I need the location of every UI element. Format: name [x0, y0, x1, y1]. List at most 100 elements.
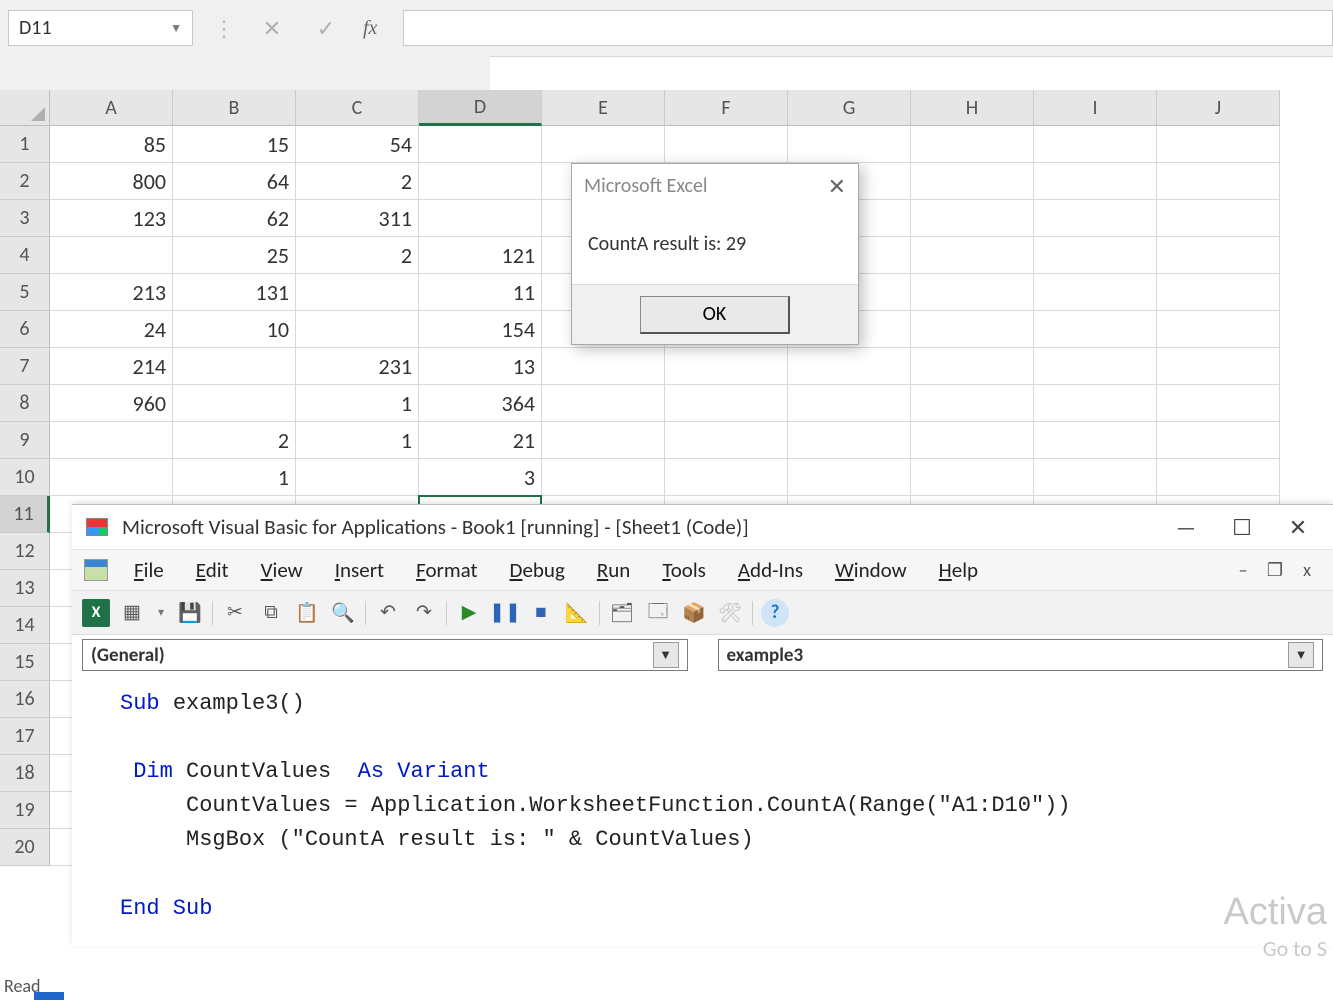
row-header[interactable]: 10	[0, 459, 50, 496]
cell[interactable]: 11	[419, 274, 542, 311]
cell[interactable]: 64	[173, 163, 296, 200]
cell[interactable]: 154	[419, 311, 542, 348]
row-header[interactable]: 6	[0, 311, 50, 348]
dropdown-icon[interactable]: ▼	[1288, 642, 1314, 668]
cell[interactable]	[1157, 311, 1280, 348]
row-header[interactable]: 3	[0, 200, 50, 237]
cell[interactable]	[1157, 348, 1280, 385]
fx-icon[interactable]: fx	[363, 17, 377, 40]
cell[interactable]	[1034, 459, 1157, 496]
cell[interactable]	[911, 126, 1034, 163]
undo-icon[interactable]: ↶	[374, 599, 402, 627]
cell[interactable]: 54	[296, 126, 419, 163]
cell[interactable]: 1	[173, 459, 296, 496]
cell[interactable]: 121	[419, 237, 542, 274]
maximize-icon[interactable]: ☐	[1221, 514, 1263, 541]
cell[interactable]	[1034, 385, 1157, 422]
dropdown-icon[interactable]: ▼	[653, 642, 679, 668]
close-icon[interactable]: ✕	[1277, 514, 1319, 541]
row-header[interactable]: 8	[0, 385, 50, 422]
break-icon[interactable]: ❚❚	[491, 599, 519, 627]
cell[interactable]	[1157, 385, 1280, 422]
cell[interactable]: 3	[419, 459, 542, 496]
cut-icon[interactable]: ✂	[221, 599, 249, 627]
formula-bar-input[interactable]	[403, 10, 1333, 46]
menu-file[interactable]: File	[120, 553, 178, 587]
column-header[interactable]: I	[1034, 90, 1157, 126]
procedure-combo[interactable]: example3 ▼	[718, 639, 1324, 671]
dropdown-icon[interactable]: ▾	[154, 599, 168, 627]
menu-edit[interactable]: Edit	[182, 553, 243, 587]
cell[interactable]: 1	[296, 385, 419, 422]
cell[interactable]	[542, 422, 665, 459]
cell[interactable]	[296, 311, 419, 348]
menu-tools[interactable]: Tools	[648, 553, 720, 587]
cell[interactable]	[173, 348, 296, 385]
cell[interactable]	[419, 126, 542, 163]
help-icon[interactable]: ?	[761, 599, 789, 627]
ok-button[interactable]: OK	[640, 296, 790, 334]
row-header[interactable]: 17	[0, 718, 50, 755]
select-all-corner[interactable]	[0, 90, 50, 126]
row-header[interactable]: 1	[0, 126, 50, 163]
properties-icon[interactable]: 🗔	[644, 599, 672, 627]
cell[interactable]	[296, 459, 419, 496]
row-header[interactable]: 19	[0, 792, 50, 829]
row-header[interactable]: 9	[0, 422, 50, 459]
menu-view[interactable]: View	[247, 553, 317, 587]
cell[interactable]	[788, 126, 911, 163]
cancel-formula-icon[interactable]: ✕	[255, 15, 289, 42]
cell[interactable]	[1157, 274, 1280, 311]
row-header[interactable]: 12	[0, 533, 50, 570]
cell[interactable]: 62	[173, 200, 296, 237]
project-explorer-icon[interactable]: 🗂	[608, 599, 636, 627]
cell[interactable]	[50, 422, 173, 459]
cell[interactable]	[665, 348, 788, 385]
row-header[interactable]: 14	[0, 607, 50, 644]
cell[interactable]: 800	[50, 163, 173, 200]
cell[interactable]	[1157, 237, 1280, 274]
cell[interactable]: 213	[50, 274, 173, 311]
row-header[interactable]: 18	[0, 755, 50, 792]
column-header[interactable]: J	[1157, 90, 1280, 126]
cell[interactable]	[788, 422, 911, 459]
save-icon[interactable]: 💾	[176, 599, 204, 627]
cell[interactable]	[1034, 422, 1157, 459]
cell[interactable]: 214	[50, 348, 173, 385]
object-browser-icon[interactable]: 📦	[680, 599, 708, 627]
cell[interactable]: 10	[173, 311, 296, 348]
cell[interactable]	[542, 126, 665, 163]
cell[interactable]	[1157, 200, 1280, 237]
menu-insert[interactable]: Insert	[321, 553, 398, 587]
cell[interactable]	[665, 385, 788, 422]
cell[interactable]	[788, 459, 911, 496]
minimize-icon[interactable]: —	[1165, 514, 1207, 541]
cell[interactable]	[1034, 237, 1157, 274]
cell[interactable]	[1034, 348, 1157, 385]
cell[interactable]	[1034, 126, 1157, 163]
column-header[interactable]: G	[788, 90, 911, 126]
column-header[interactable]: H	[911, 90, 1034, 126]
menu-help[interactable]: Help	[925, 553, 992, 587]
cell[interactable]	[1034, 200, 1157, 237]
cell[interactable]	[788, 348, 911, 385]
row-header[interactable]: 20	[0, 829, 50, 866]
menu-window[interactable]: Window	[821, 553, 921, 587]
cell[interactable]: 1	[296, 422, 419, 459]
name-box[interactable]: D11 ▼	[8, 10, 193, 46]
column-header[interactable]: E	[542, 90, 665, 126]
mdi-minimize-icon[interactable]: –	[1229, 559, 1257, 581]
cell[interactable]: 2	[296, 163, 419, 200]
design-mode-icon[interactable]: 📐	[563, 599, 591, 627]
cell[interactable]: 123	[50, 200, 173, 237]
cell[interactable]	[542, 459, 665, 496]
cell[interactable]: 85	[50, 126, 173, 163]
cell[interactable]: 13	[419, 348, 542, 385]
cell[interactable]: 131	[173, 274, 296, 311]
cell[interactable]	[1034, 274, 1157, 311]
cell[interactable]	[911, 311, 1034, 348]
column-header[interactable]: D	[419, 90, 542, 126]
mdi-restore-icon[interactable]: ❐	[1261, 559, 1289, 581]
cell[interactable]	[665, 126, 788, 163]
vbe-system-menu-icon[interactable]	[84, 559, 108, 581]
